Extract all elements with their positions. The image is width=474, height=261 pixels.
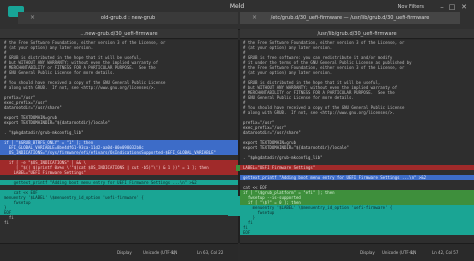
language-selector[interactable]: Display — [117, 244, 132, 261]
meld-window: Meld Nov Filters – □ ✕ old-grub.d : new-… — [0, 0, 474, 261]
cursor-position: Ln 42, Col 57 — [432, 250, 459, 255]
code-line: OS_INDICATIONS="/sys/firmware/efi/efivar… — [0, 150, 238, 155]
right-file-path[interactable]: /usr/lib/grub.d/30_uefi-firmware — [240, 29, 474, 39]
encoding-selector[interactable]: Unicode (UTF-8) — [382, 244, 414, 261]
minimize-icon[interactable]: – — [438, 3, 446, 11]
right-editor-pane[interactable]: # the Free Software Foundation, either v… — [240, 40, 474, 243]
status-bar-left: Display Unicode (UTF-8) LN Ln 63, Col 22 — [0, 243, 238, 261]
tab-file-compare[interactable]: /etc/grub.d/30_uefi-firmware — /usr/lib/… — [240, 12, 460, 24]
tab-close-icon[interactable]: × — [252, 12, 257, 24]
cursor-position: Ln 63, Col 22 — [197, 250, 224, 255]
language-selector[interactable]: Display — [360, 244, 375, 261]
code-line: fi — [4, 220, 9, 225]
left-editor-pane[interactable]: # the Free Software Foundation, either v… — [0, 40, 238, 243]
tab-close-icon[interactable]: × — [30, 12, 35, 24]
filters-label[interactable]: Nov Filters — [398, 2, 424, 12]
maximize-icon[interactable]: □ — [448, 3, 456, 11]
line-ending-selector[interactable]: LN — [172, 244, 177, 261]
tab-folder-compare[interactable]: old-grub.d : new-grub — [18, 12, 238, 24]
line-ending-selector[interactable]: LN — [411, 244, 416, 261]
code-line: EOF — [240, 230, 474, 235]
left-file-path[interactable]: ...new-grub.d/30_uefi-firmware — [0, 29, 238, 39]
status-bar-right: Display Unicode (UTF-8) LN Ln 42, Col 57 — [240, 243, 474, 261]
close-icon[interactable]: ✕ — [460, 3, 468, 11]
encoding-selector[interactable]: Unicode (UTF-8) — [143, 244, 175, 261]
tab-strip: old-grub.d : new-grub × /etc/grub.d/30_u… — [0, 12, 474, 24]
title-bar: Meld Nov Filters – □ ✕ old-grub.d : new-… — [0, 0, 474, 30]
